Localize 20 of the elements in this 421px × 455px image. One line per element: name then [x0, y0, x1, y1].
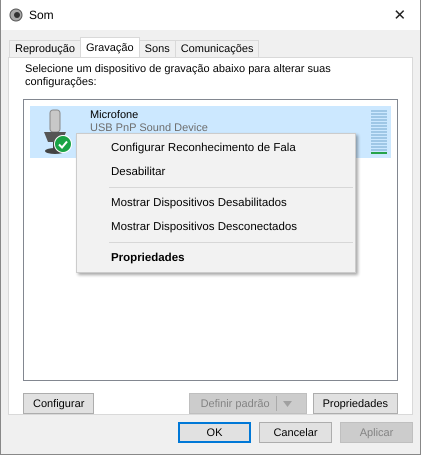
device-button[interactable]: Propriedades	[312, 393, 398, 414]
close-button[interactable]: ✕	[380, 0, 420, 30]
caret-icon	[282, 400, 292, 406]
tab[interactable]: Gravação	[80, 37, 140, 57]
level-meter	[371, 109, 387, 155]
window-title: Som	[29, 8, 55, 22]
dialog-button[interactable]: Cancelar	[259, 422, 332, 443]
menu-item[interactable]: Mostrar Dispositivos Desconectados	[77, 215, 355, 239]
tab[interactable]: Reprodução	[9, 40, 81, 57]
instruction-text: Selecione um dispositivo de gravação abaixo para alterar suas configurações:	[25, 63, 332, 89]
dialog-button[interactable]: OK	[178, 422, 251, 443]
menu-item[interactable]: Configurar Reconhecimento de Fala	[77, 136, 355, 160]
menu-item[interactable]: Desabilitar	[77, 160, 355, 184]
speaker-icon	[9, 8, 23, 22]
device-description: USB PnP Sound Device	[90, 122, 209, 135]
device-name: Microfone	[90, 109, 140, 122]
menu-item[interactable]: Propriedades	[77, 246, 355, 270]
menu-item[interactable]: Mostrar Dispositivos Desabilitados	[77, 191, 355, 215]
tab[interactable]: Comunicações	[174, 40, 260, 57]
device-button[interactable]: Configurar	[23, 393, 94, 414]
